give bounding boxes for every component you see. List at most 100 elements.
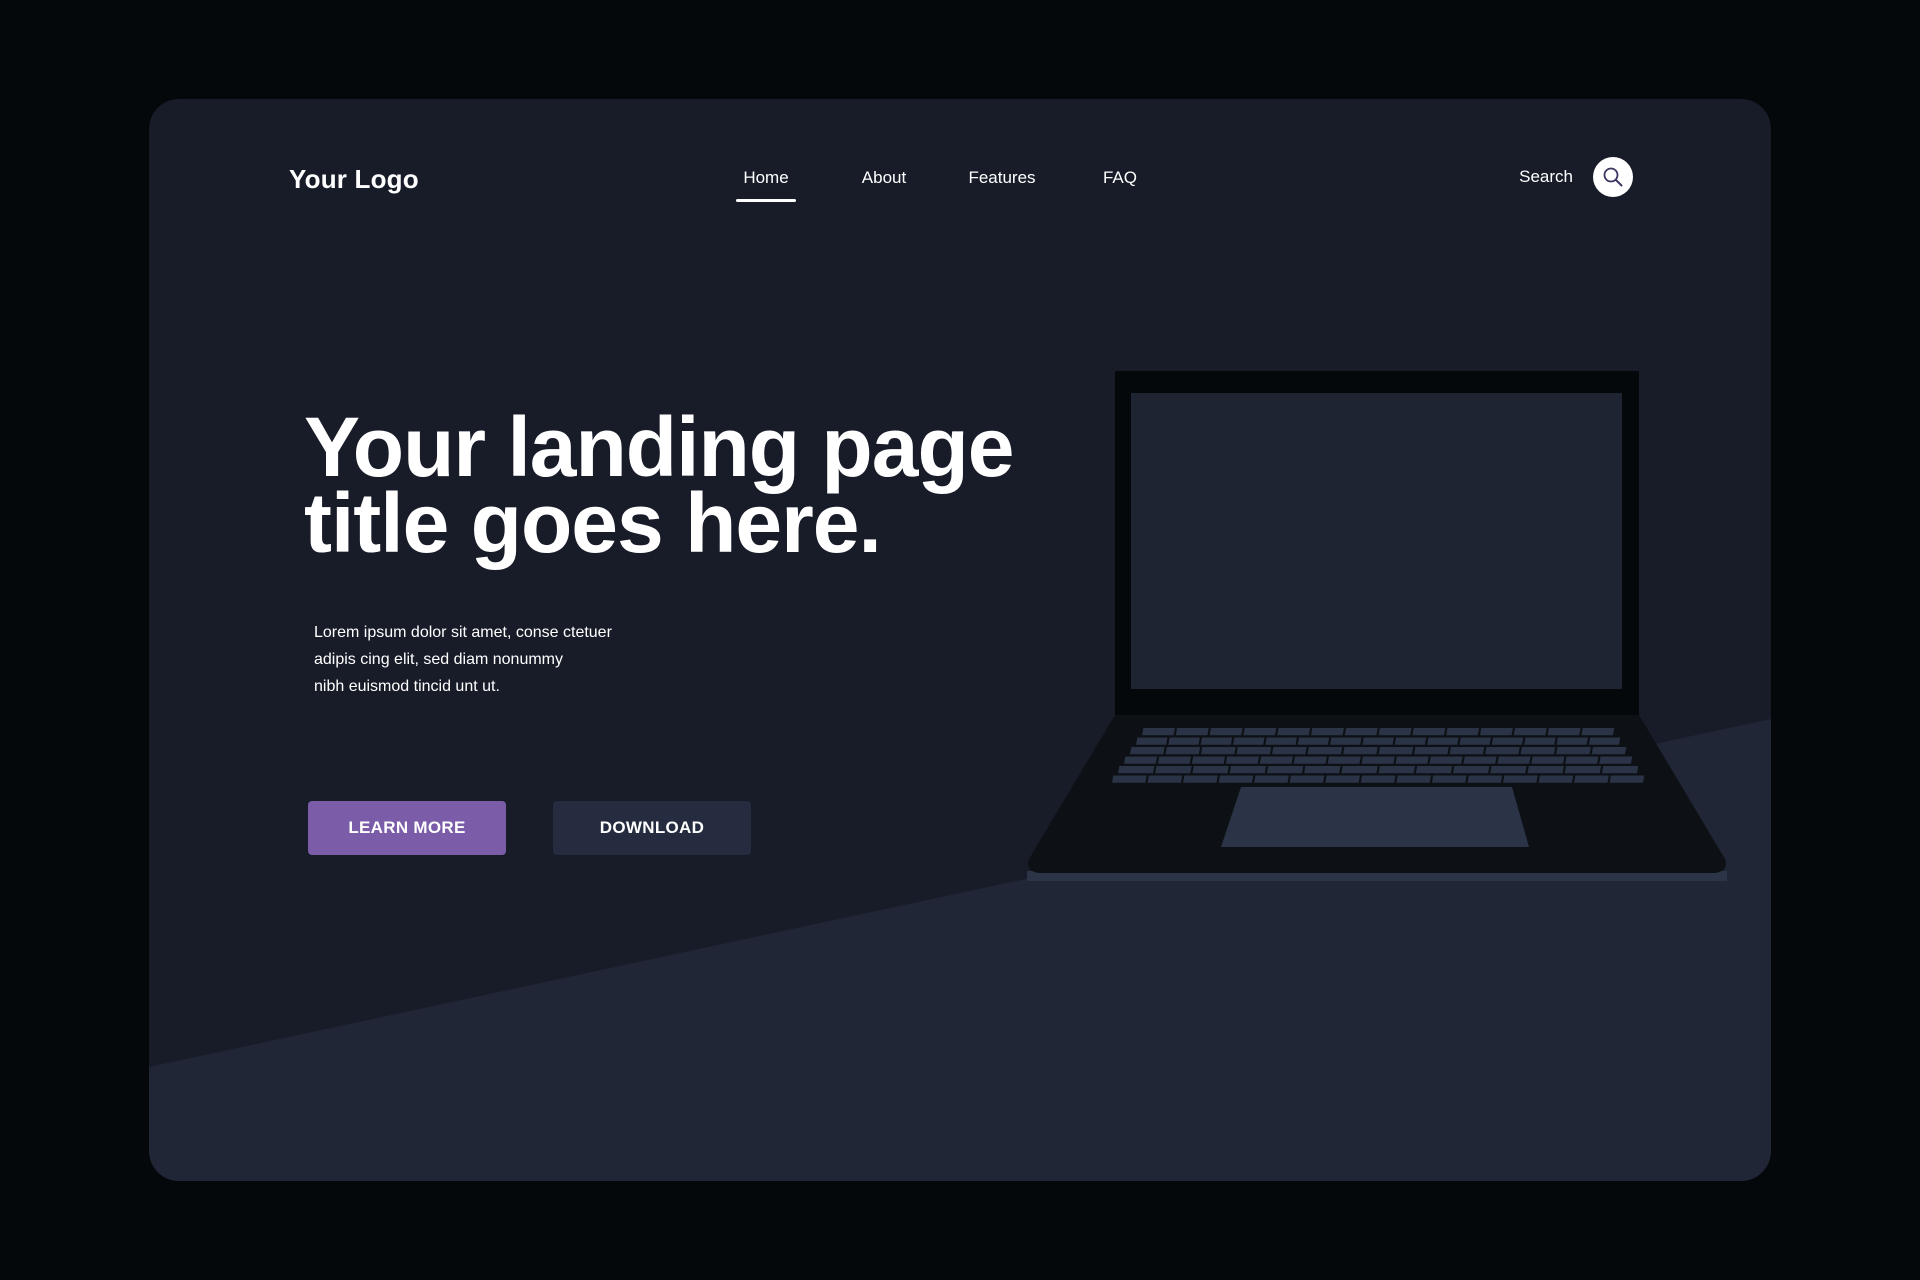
keyboard-key (1191, 756, 1225, 764)
keyboard-key (1201, 747, 1236, 755)
keyboard-key (1601, 766, 1639, 774)
keyboard-key (1136, 737, 1168, 745)
keyboard-key (1344, 728, 1378, 736)
keyboard-key (1378, 728, 1412, 736)
keyboard-key (1599, 756, 1633, 764)
keyboard-key (1609, 775, 1645, 783)
keyboard-key (1209, 728, 1243, 736)
keyboard-key (1591, 747, 1627, 755)
nav-features[interactable]: Features (943, 163, 1061, 193)
keyboard-key (1581, 728, 1615, 736)
keyboard-key (1565, 756, 1599, 764)
keyboard-key (1325, 775, 1360, 783)
hero-subtitle-line-1: Lorem ipsum dolor sit amet, conse ctetue… (314, 624, 612, 641)
keyboard-key (1165, 747, 1201, 755)
keyboard-key (1265, 737, 1297, 745)
keyboard-key (1574, 775, 1609, 783)
keyboard-key (1327, 756, 1361, 764)
keyboard-key (1427, 737, 1459, 745)
keyboard-key (1200, 737, 1233, 745)
main-nav: Home About Features FAQ (707, 163, 1179, 202)
keyboard-key (1446, 728, 1480, 736)
keyboard-key (1449, 747, 1485, 755)
logo[interactable]: Your Logo (289, 161, 419, 197)
download-button[interactable]: DOWNLOAD (553, 801, 751, 855)
keyboard-key (1395, 756, 1429, 764)
keyboard-key (1360, 775, 1396, 783)
keyboard-key (1414, 747, 1449, 755)
keyboard-key (1229, 766, 1267, 774)
keyboard-key (1236, 747, 1272, 755)
keyboard-key (1297, 737, 1330, 745)
search-icon (1603, 167, 1623, 187)
keyboard-key (1556, 747, 1591, 755)
keyboard-key (1289, 775, 1325, 783)
hero-subtitle-line-3: nibh euismod tincid unt ut. (314, 678, 500, 695)
keyboard-key (1272, 747, 1307, 755)
keyboard-key (1538, 775, 1574, 783)
keyboard-key (1243, 728, 1277, 736)
search-button[interactable] (1593, 157, 1633, 197)
keyboard-key (1503, 775, 1538, 783)
keyboard-key (1168, 737, 1200, 745)
keyboard-key (1490, 766, 1527, 774)
keyboard-key (1225, 756, 1259, 764)
keyboard-key (1341, 766, 1378, 774)
keyboard-key (1183, 775, 1218, 783)
nav-home[interactable]: Home (707, 163, 825, 202)
keyboard-key (1467, 775, 1503, 783)
laptop-screen (1131, 393, 1622, 689)
keyboard-key (1130, 747, 1165, 755)
keyboard-key (1112, 775, 1147, 783)
keyboard-key (1142, 728, 1175, 736)
laptop-trackpad (1221, 787, 1529, 847)
keyboard-key (1531, 756, 1565, 764)
keyboard-key (1311, 728, 1344, 736)
keyboard-key (1556, 737, 1588, 745)
keyboard-key (1459, 737, 1491, 745)
keyboard-key (1175, 728, 1209, 736)
keyboard-key (1124, 756, 1158, 764)
nav-faq[interactable]: FAQ (1061, 163, 1179, 193)
keyboard-key (1330, 737, 1362, 745)
keyboard-key (1480, 728, 1513, 736)
keyboard-key (1497, 756, 1531, 764)
hero-title-line-2: title goes here. (304, 476, 882, 570)
laptop-illustration (1027, 371, 1727, 881)
keyboard-key (1254, 775, 1289, 783)
hero-subtitle-line-2: adipis cing elit, sed diam nonummy (314, 651, 564, 668)
keyboard-key (1396, 775, 1432, 783)
keyboard-key (1118, 766, 1155, 774)
keyboard-key (1147, 775, 1183, 783)
keyboard-key (1277, 728, 1311, 736)
keyboard-key (1343, 747, 1378, 755)
keyboard-key (1513, 728, 1547, 736)
nav-about[interactable]: About (825, 163, 943, 193)
keyboard-key (1307, 747, 1343, 755)
keyboard-key (1412, 728, 1446, 736)
search-area: Search (1519, 157, 1633, 197)
keyboard-key (1588, 737, 1621, 745)
keyboard-key (1259, 756, 1293, 764)
keyboard-key (1491, 737, 1524, 745)
keyboard-key (1155, 766, 1192, 774)
keyboard-key (1527, 766, 1564, 774)
keyboard-key (1394, 737, 1427, 745)
keyboard-key (1218, 775, 1254, 783)
keyboard-key (1378, 747, 1414, 755)
learn-more-button[interactable]: LEARN MORE (308, 801, 506, 855)
keyboard-key (1293, 756, 1327, 764)
keyboard-key (1547, 728, 1581, 736)
keyboard-key (1429, 756, 1463, 764)
keyboard-key (1233, 737, 1265, 745)
keyboard-key (1157, 756, 1191, 764)
search-label[interactable]: Search (1519, 167, 1573, 187)
keyboard-key (1415, 766, 1453, 774)
keyboard-key (1361, 756, 1395, 764)
keyboard-key (1463, 756, 1497, 764)
keyboard-key (1564, 766, 1602, 774)
keyboard-key (1453, 766, 1490, 774)
keyboard-key (1524, 737, 1556, 745)
keyboard-key (1362, 737, 1394, 745)
hero-subtitle: Lorem ipsum dolor sit amet, conse ctetue… (314, 619, 674, 700)
